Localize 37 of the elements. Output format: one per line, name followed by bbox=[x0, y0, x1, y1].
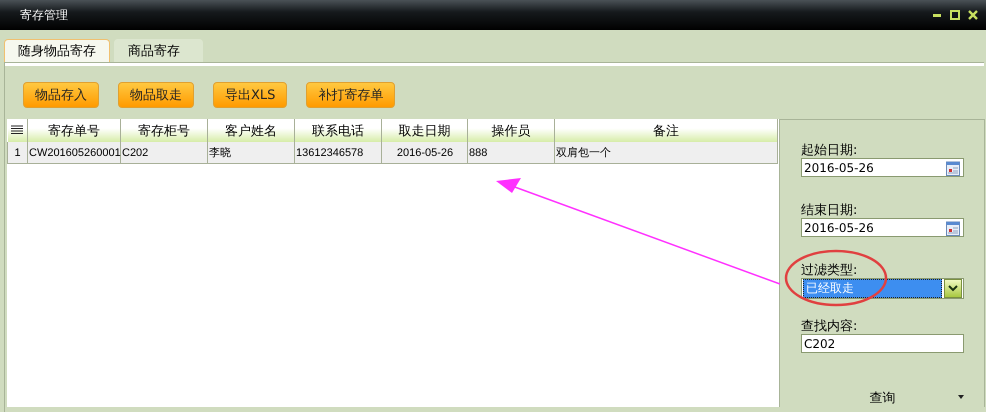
column-header[interactable]: 备注 bbox=[554, 119, 778, 142]
table-cell: 2016-05-26 bbox=[382, 142, 468, 164]
table-cell: 李晓 bbox=[208, 142, 294, 164]
query-button[interactable]: 查询 bbox=[801, 389, 964, 407]
toolbar-button[interactable]: 物品存入 bbox=[23, 82, 99, 108]
toolbar-button[interactable]: 物品取走 bbox=[118, 82, 194, 108]
field-label: 起始日期: bbox=[801, 142, 858, 158]
list-icon bbox=[11, 125, 24, 134]
column-header[interactable]: 联系电话 bbox=[294, 119, 382, 142]
tab[interactable]: 随身物品寄存 bbox=[4, 39, 110, 62]
column-header[interactable]: 寄存单号 bbox=[28, 119, 120, 142]
table-cell: CW201605260001 bbox=[28, 142, 120, 164]
table-cell: C202 bbox=[120, 142, 208, 164]
field-label: 查找内容: bbox=[801, 318, 858, 334]
toolbar-button[interactable]: 导出XLS bbox=[213, 82, 288, 108]
caret-icon bbox=[958, 395, 964, 399]
date-field[interactable]: 2016-05-26 bbox=[801, 218, 964, 237]
chevron-down-icon bbox=[948, 285, 958, 292]
tab[interactable]: 商品寄存 bbox=[114, 39, 203, 62]
maximize-icon[interactable] bbox=[950, 10, 960, 20]
column-header[interactable]: 取走日期 bbox=[382, 119, 468, 142]
toolbar-button[interactable]: 补打寄存单 bbox=[306, 82, 396, 108]
field-label: 过滤类型: bbox=[801, 262, 858, 278]
calendar-icon[interactable] bbox=[946, 160, 960, 176]
column-header[interactable]: 客户姓名 bbox=[208, 119, 294, 142]
column-header[interactable]: 操作员 bbox=[468, 119, 554, 142]
search-field[interactable]: C202 bbox=[801, 334, 964, 353]
date-field[interactable]: 2016-05-26 bbox=[801, 158, 964, 177]
row-number: 1 bbox=[8, 142, 28, 164]
table-cell: 888 bbox=[468, 142, 554, 164]
close-icon[interactable] bbox=[968, 10, 978, 20]
window-title: 寄存管理 bbox=[20, 6, 69, 24]
table-cell: 双肩包一个 bbox=[554, 142, 778, 164]
calendar-icon[interactable] bbox=[946, 220, 960, 236]
table-cell: 13612346578 bbox=[294, 142, 382, 164]
column-header[interactable]: 寄存柜号 bbox=[120, 119, 208, 142]
field-label: 结束日期: bbox=[801, 202, 858, 218]
